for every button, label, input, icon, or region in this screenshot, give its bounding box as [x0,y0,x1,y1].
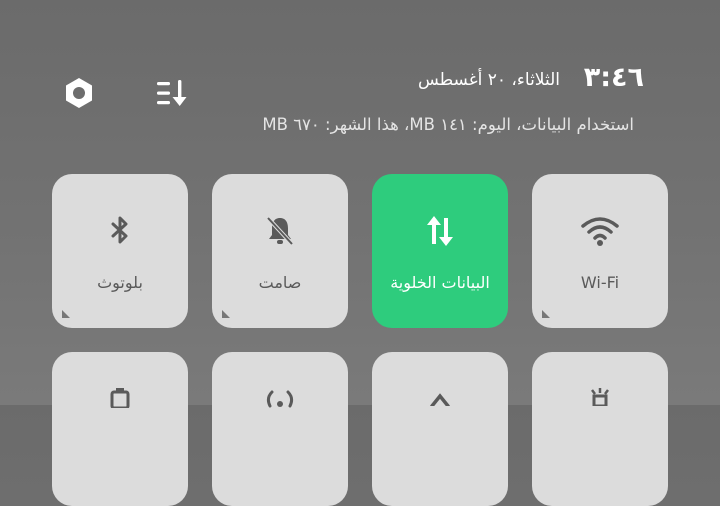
bell-off-icon [266,216,294,246]
expand-corner [62,310,70,318]
expand-corner [222,310,230,318]
date: الثلاثاء، ٢٠ أغسطس [417,70,560,90]
airplane-icon [430,393,450,406]
mobile-data-icon [427,216,453,246]
sort-edit-icon [157,80,187,106]
expand-corner [542,310,550,318]
tile-wifi[interactable]: Wi-Fi [532,174,668,328]
tile-mobile-data[interactable]: البيانات الخلوية [372,174,508,328]
tile-hotspot[interactable] [212,352,348,506]
clock: ٣:٤٦ [583,62,644,93]
tile-bluetooth[interactable]: بلوتوث [52,174,188,328]
tile-label: صامت [258,273,302,292]
tile-label: بلوتوث [97,273,143,292]
edit-tiles-button[interactable] [155,76,191,110]
tile-label: Wi-Fi [580,273,620,292]
battery-icon [110,388,130,408]
tile-silent[interactable]: صامت [212,174,348,328]
tile-battery-saver[interactable] [52,352,188,506]
wifi-icon [581,217,619,246]
hotspot-icon [266,390,294,408]
tile-airplane[interactable] [372,352,508,506]
gear-icon [66,78,92,108]
settings-button[interactable] [62,76,96,110]
tile-flashlight[interactable] [532,352,668,506]
bluetooth-icon [111,216,128,244]
tile-label: البيانات الخلوية [390,273,490,292]
data-usage-text: استخدام البيانات، اليوم: ١٤١ MB، هذا الش… [262,115,634,134]
flashlight-icon [591,388,609,406]
